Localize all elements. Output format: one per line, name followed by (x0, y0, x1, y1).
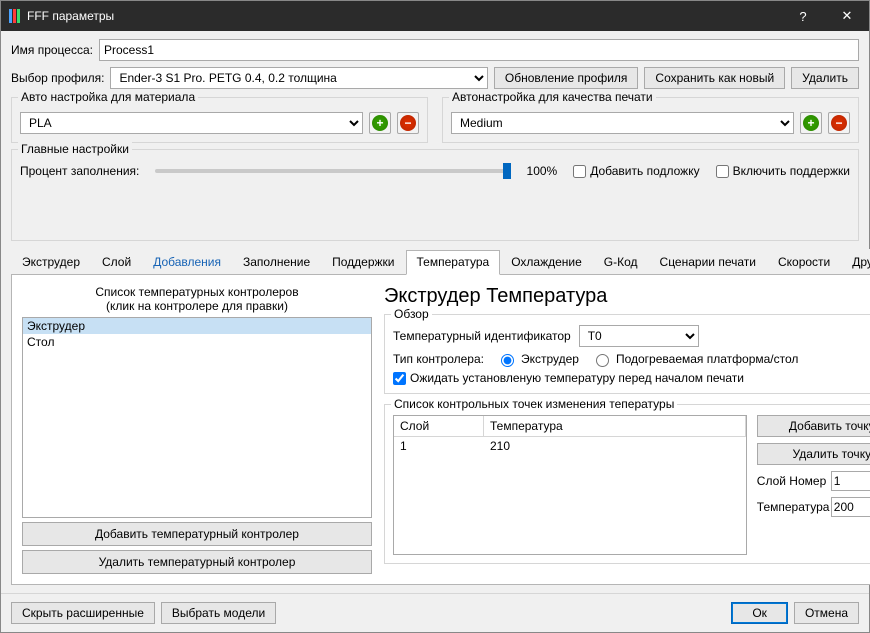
tab-content-temperature: Список температурных контролеров (клик н… (11, 275, 870, 585)
table-row[interactable]: 1 210 (394, 437, 746, 455)
infill-slider[interactable] (155, 169, 510, 173)
tabstrip: Экструдер Слой Добавления Заполнение Под… (11, 249, 870, 275)
profile-select-label: Выбор профиля: (11, 71, 104, 85)
profile-select[interactable]: Ender-3 S1 Pro. PETG 0.4, 0.2 толщина (110, 67, 487, 89)
wait-temp-checkbox[interactable]: Ожидать установленую температуру перед н… (393, 371, 870, 385)
process-name-input[interactable] (99, 39, 859, 61)
overview-title: Обзор (391, 307, 432, 321)
ok-button[interactable]: Ок (731, 602, 788, 624)
tab-cooling[interactable]: Охлаждение (500, 250, 593, 274)
infill-label: Процент заполнения: (20, 164, 139, 178)
controller-type-bed-radio[interactable]: Подогреваемая платформа/стол (591, 351, 798, 367)
cancel-button[interactable]: Отмена (794, 602, 859, 624)
dialog-body: Имя процесса: Выбор профиля: Ender-3 S1 … (1, 31, 869, 593)
main-settings-title: Главные настройки (18, 142, 132, 156)
quality-select[interactable]: Medium (451, 112, 794, 134)
setpoints-title: Список контрольных точек изменения тепер… (391, 397, 677, 411)
window-close-button[interactable]: ✕ (825, 1, 869, 31)
layer-number-input[interactable] (831, 471, 870, 491)
save-as-new-button[interactable]: Сохранить как новый (644, 67, 785, 89)
controllers-caption-2: (клик на контролере для правки) (22, 299, 372, 313)
auto-material-title: Авто настройка для материала (18, 90, 198, 104)
main-settings-group: Главные настройки Процент заполнения: 10… (11, 149, 859, 241)
minus-icon: − (400, 115, 416, 131)
quality-remove-button[interactable]: − (828, 112, 850, 134)
material-remove-button[interactable]: − (397, 112, 419, 134)
controllers-listbox[interactable]: Экструдер Стол (22, 317, 372, 518)
temp-id-select[interactable]: T0 (579, 325, 699, 347)
window: FFF параметры ? ✕ Имя процесса: Выбор пр… (0, 0, 870, 633)
add-raft-checkbox[interactable]: Добавить подложку (573, 164, 699, 178)
window-title: FFF параметры (27, 9, 114, 23)
plus-icon: + (372, 115, 388, 131)
tab-additions[interactable]: Добавления (142, 250, 232, 274)
temp-detail-pane: Экструдер Температура Обзор Температурны… (384, 285, 870, 574)
overview-fieldset: Обзор Температурный идентификатор T0 Тип… (384, 314, 870, 394)
enable-supports-checkbox[interactable]: Включить поддержки (716, 164, 850, 178)
quality-add-button[interactable]: + (800, 112, 822, 134)
enable-supports-label: Включить поддержки (733, 164, 850, 178)
temp-id-label: Температурный идентификатор (393, 329, 571, 343)
tab-extruder[interactable]: Экструдер (11, 250, 91, 274)
setpoints-fieldset: Список контрольных точек изменения тепер… (384, 404, 870, 564)
tab-layer[interactable]: Слой (91, 250, 142, 274)
minus-icon: − (831, 115, 847, 131)
process-name-label: Имя процесса: (11, 43, 93, 57)
controller-type-extruder-radio[interactable]: Экструдер (496, 351, 579, 367)
auto-quality-title: Автонастройка для качества печати (449, 90, 656, 104)
list-item[interactable]: Экструдер (23, 318, 371, 334)
tab-infill[interactable]: Заполнение (232, 250, 321, 274)
add-raft-label: Добавить подложку (590, 164, 699, 178)
controllers-caption-1: Список температурных контролеров (22, 285, 372, 299)
plus-icon: + (803, 115, 819, 131)
tab-speeds[interactable]: Скорости (767, 250, 841, 274)
update-profile-button[interactable]: Обновление профиля (494, 67, 639, 89)
select-models-button[interactable]: Выбрать модели (161, 602, 276, 624)
col-layer-header: Слой (394, 416, 484, 436)
slider-thumb-icon (503, 163, 511, 179)
setpoints-table[interactable]: Слой Температура 1 210 (393, 415, 747, 555)
temperature-input[interactable] (831, 497, 870, 517)
tab-supports[interactable]: Поддержки (321, 250, 405, 274)
add-controller-button[interactable]: Добавить температурный контролер (22, 522, 372, 546)
tab-temperature[interactable]: Температура (406, 250, 501, 275)
material-select[interactable]: PLA (20, 112, 363, 134)
layer-number-label: Слой Номер (757, 474, 827, 488)
auto-material-group: Авто настройка для материала PLA + − (11, 97, 428, 143)
tab-gcode[interactable]: G-Код (593, 250, 649, 274)
delete-controller-button[interactable]: Удалить температурный контролер (22, 550, 372, 574)
controller-type-label: Тип контролера: (393, 352, 484, 366)
temp-controllers-pane: Список температурных контролеров (клик н… (22, 285, 372, 574)
auto-quality-group: Автонастройка для качества печати Medium… (442, 97, 859, 143)
hide-advanced-button[interactable]: Скрыть расширенные (11, 602, 155, 624)
material-add-button[interactable]: + (369, 112, 391, 134)
dialog-footer: Скрыть расширенные Выбрать модели Ок Отм… (1, 593, 869, 632)
tab-scripts[interactable]: Сценарии печати (649, 250, 767, 274)
app-logo-icon (9, 9, 21, 23)
titlebar: FFF параметры ? ✕ (1, 1, 869, 31)
add-setpoint-button[interactable]: Добавить точку (757, 415, 870, 437)
delete-profile-button[interactable]: Удалить (791, 67, 859, 89)
temperature-label: Температура (757, 500, 827, 514)
infill-value: 100% (527, 164, 558, 178)
help-button[interactable]: ? (781, 1, 825, 31)
temp-heading: Экструдер Температура (384, 285, 870, 308)
delete-setpoint-button[interactable]: Удалить точку (757, 443, 870, 465)
tab-other[interactable]: Другое (841, 250, 870, 274)
list-item[interactable]: Стол (23, 334, 371, 350)
col-temp-header: Температура (484, 416, 746, 436)
